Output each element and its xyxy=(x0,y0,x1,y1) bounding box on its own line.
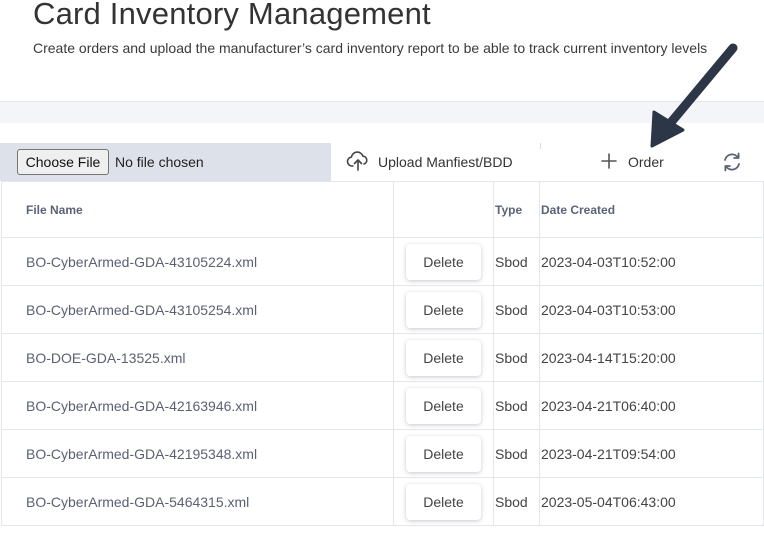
type-cell: Sbod xyxy=(493,237,540,286)
delete-cell: Delete xyxy=(393,237,494,286)
choose-file-button[interactable]: Choose File xyxy=(17,149,109,175)
delete-button[interactable]: Delete xyxy=(406,339,481,376)
table-row: BO-CyberArmed-GDA-43105254.xml Delete Sb… xyxy=(1,285,764,334)
delete-button[interactable]: Delete xyxy=(406,435,481,472)
delete-cell: Delete xyxy=(393,333,494,382)
file-name-cell: BO-DOE-GDA-13525.xml xyxy=(1,333,394,382)
delete-cell: Delete xyxy=(393,429,494,478)
date-created-cell: 2023-04-03T10:53:00 xyxy=(539,285,764,334)
column-header-file-name[interactable]: File Name xyxy=(1,181,394,238)
delete-button[interactable]: Delete xyxy=(406,387,481,424)
column-divider xyxy=(540,143,541,149)
table-header-row: File Name Type Date Created xyxy=(1,181,764,238)
date-created-cell: 2023-04-03T10:52:00 xyxy=(539,237,764,286)
inventory-table: File Name Type Date Created BO-CyberArme… xyxy=(1,181,764,526)
delete-button[interactable]: Delete xyxy=(406,291,481,328)
type-cell: Sbod xyxy=(493,285,540,334)
date-created-cell: 2023-04-21T06:40:00 xyxy=(539,381,764,430)
file-name-cell: BO-CyberArmed-GDA-43105224.xml xyxy=(1,237,394,286)
file-input-area: Choose File No file chosen xyxy=(0,143,331,181)
delete-cell: Delete xyxy=(393,381,494,430)
delete-button[interactable]: Delete xyxy=(406,483,481,520)
refresh-button[interactable] xyxy=(720,151,744,173)
type-cell: Sbod xyxy=(493,381,540,430)
cloud-upload-icon xyxy=(346,150,370,175)
date-created-cell: 2023-04-21T09:54:00 xyxy=(539,429,764,478)
no-file-chosen-label: No file chosen xyxy=(115,154,204,170)
plus-icon xyxy=(600,152,618,173)
section-band xyxy=(0,101,764,123)
date-created-cell: 2023-05-04T06:43:00 xyxy=(539,477,764,526)
type-cell: Sbod xyxy=(493,477,540,526)
table-row: BO-CyberArmed-GDA-42163946.xml Delete Sb… xyxy=(1,381,764,430)
order-button[interactable]: Order xyxy=(600,143,664,181)
upload-manifest-label: Upload Manfiest/BDD xyxy=(378,154,513,170)
file-name-cell: BO-CyberArmed-GDA-5464315.xml xyxy=(1,477,394,526)
file-name-cell: BO-CyberArmed-GDA-42163946.xml xyxy=(1,381,394,430)
table-row: BO-CyberArmed-GDA-5464315.xml Delete Sbo… xyxy=(1,477,764,526)
date-created-cell: 2023-04-14T15:20:00 xyxy=(539,333,764,382)
page-title: Card Inventory Management xyxy=(33,0,431,31)
delete-cell: Delete xyxy=(393,477,494,526)
column-header-date-created[interactable]: Date Created xyxy=(539,181,764,238)
order-label: Order xyxy=(628,154,664,170)
file-name-cell: BO-CyberArmed-GDA-43105254.xml xyxy=(1,285,394,334)
toolbar: Choose File No file chosen Upload Manfie… xyxy=(0,143,764,181)
column-header-action xyxy=(393,181,494,238)
table-row: BO-CyberArmed-GDA-43105224.xml Delete Sb… xyxy=(1,237,764,286)
delete-cell: Delete xyxy=(393,285,494,334)
delete-button[interactable]: Delete xyxy=(406,243,481,280)
table-row: BO-DOE-GDA-13525.xml Delete Sbod 2023-04… xyxy=(1,333,764,382)
column-header-type[interactable]: Type xyxy=(493,181,540,238)
type-cell: Sbod xyxy=(493,429,540,478)
upload-manifest-button[interactable]: Upload Manfiest/BDD xyxy=(346,143,513,181)
type-cell: Sbod xyxy=(493,333,540,382)
file-name-cell: BO-CyberArmed-GDA-42195348.xml xyxy=(1,429,394,478)
page-description: Create orders and upload the manufacture… xyxy=(33,40,708,56)
table-row: BO-CyberArmed-GDA-42195348.xml Delete Sb… xyxy=(1,429,764,478)
refresh-icon xyxy=(720,152,744,177)
